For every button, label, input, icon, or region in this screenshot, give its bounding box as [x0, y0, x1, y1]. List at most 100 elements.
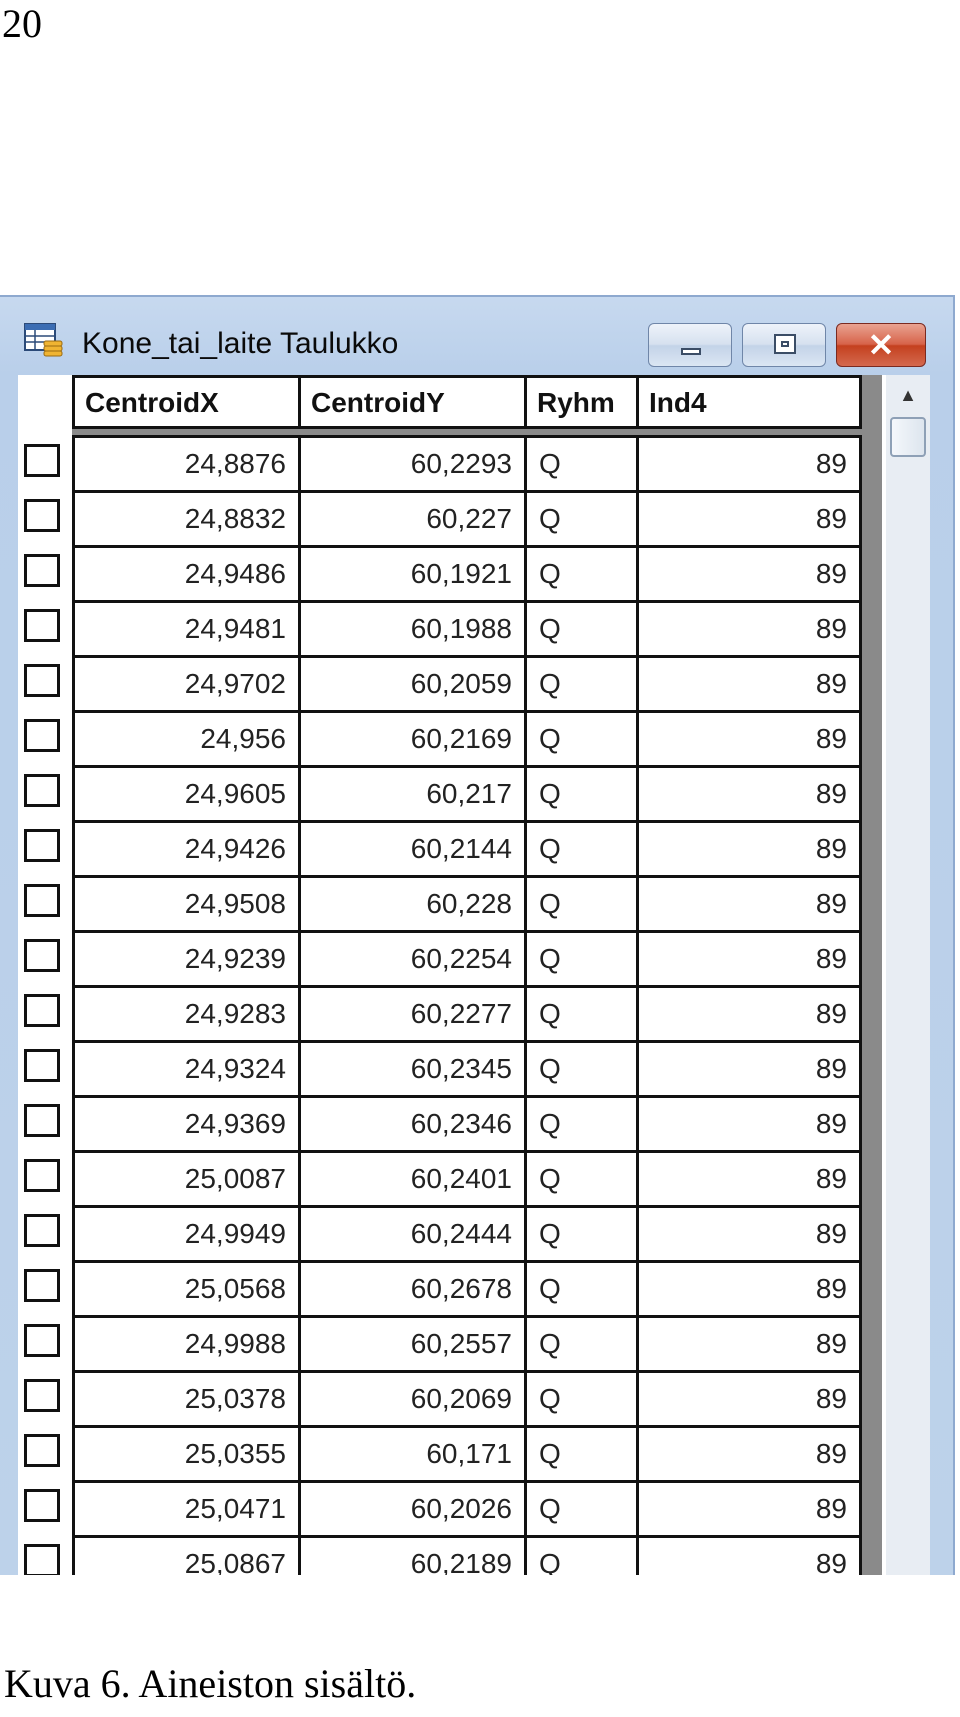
- table-cell-centroidy[interactable]: 60,228: [301, 878, 527, 930]
- row-select-checkbox[interactable]: [22, 1370, 66, 1425]
- minimize-button[interactable]: [648, 323, 732, 367]
- table-row[interactable]: 24,9702 60,2059 Q 89: [72, 655, 862, 710]
- table-cell-ind4[interactable]: 89: [639, 933, 859, 985]
- row-select-checkbox[interactable]: [22, 1535, 66, 1575]
- row-select-checkbox[interactable]: [22, 1095, 66, 1150]
- row-select-checkbox[interactable]: [22, 820, 66, 875]
- table-cell-ind4[interactable]: 89: [639, 1373, 859, 1425]
- table-row[interactable]: 24,9283 60,2277 Q 89: [72, 985, 862, 1040]
- table-row[interactable]: 24,9239 60,2254 Q 89: [72, 930, 862, 985]
- table-row[interactable]: 24,9949 60,2444 Q 89: [72, 1205, 862, 1260]
- table-row[interactable]: 24,9481 60,1988 Q 89: [72, 600, 862, 655]
- table-cell-centroidy[interactable]: 60,2401: [301, 1153, 527, 1205]
- table-cell-ryhm[interactable]: Q: [527, 1318, 639, 1370]
- row-select-checkbox[interactable]: [22, 765, 66, 820]
- table-row[interactable]: 24,9508 60,228 Q 89: [72, 875, 862, 930]
- table-cell-centroidx[interactable]: 24,9481: [75, 603, 301, 655]
- table-row[interactable]: 24,9324 60,2345 Q 89: [72, 1040, 862, 1095]
- table-cell-centroidx[interactable]: 24,9324: [75, 1043, 301, 1095]
- table-cell-centroidy[interactable]: 60,2678: [301, 1263, 527, 1315]
- table-cell-ryhm[interactable]: Q: [527, 658, 639, 710]
- table-row[interactable]: 24,956 60,2169 Q 89: [72, 710, 862, 765]
- table-cell-ryhm[interactable]: Q: [527, 1263, 639, 1315]
- table-row[interactable]: 24,8876 60,2293 Q 89: [72, 435, 862, 490]
- table-cell-ind4[interactable]: 89: [639, 1043, 859, 1095]
- table-cell-centroidy[interactable]: 60,2059: [301, 658, 527, 710]
- row-select-checkbox[interactable]: [22, 875, 66, 930]
- row-select-checkbox[interactable]: [22, 1260, 66, 1315]
- table-cell-centroidx[interactable]: 24,956: [75, 713, 301, 765]
- table-cell-ind4[interactable]: 89: [639, 1428, 859, 1480]
- table-cell-ryhm[interactable]: Q: [527, 713, 639, 765]
- column-header-centroidx[interactable]: CentroidX: [75, 378, 301, 426]
- row-select-checkbox[interactable]: [22, 435, 66, 490]
- table-cell-centroidx[interactable]: 24,9508: [75, 878, 301, 930]
- table-cell-centroidy[interactable]: 60,2069: [301, 1373, 527, 1425]
- table-cell-ryhm[interactable]: Q: [527, 438, 639, 490]
- table-cell-ryhm[interactable]: Q: [527, 878, 639, 930]
- table-cell-ryhm[interactable]: Q: [527, 493, 639, 545]
- table-cell-centroidx[interactable]: 24,9605: [75, 768, 301, 820]
- table-cell-ryhm[interactable]: Q: [527, 1208, 639, 1260]
- table-cell-centroidx[interactable]: 24,9369: [75, 1098, 301, 1150]
- table-cell-ind4[interactable]: 89: [639, 658, 859, 710]
- row-select-checkbox[interactable]: [22, 1205, 66, 1260]
- row-select-checkbox[interactable]: [22, 930, 66, 985]
- table-row[interactable]: 25,0355 60,171 Q 89: [72, 1425, 862, 1480]
- table-cell-ryhm[interactable]: Q: [527, 768, 639, 820]
- table-cell-ryhm[interactable]: Q: [527, 1428, 639, 1480]
- row-select-checkbox[interactable]: [22, 1480, 66, 1535]
- table-cell-centroidy[interactable]: 60,2277: [301, 988, 527, 1040]
- table-row[interactable]: 25,0568 60,2678 Q 89: [72, 1260, 862, 1315]
- table-cell-centroidx[interactable]: 25,0568: [75, 1263, 301, 1315]
- table-cell-centroidy[interactable]: 60,1921: [301, 548, 527, 600]
- table-cell-centroidy[interactable]: 60,171: [301, 1428, 527, 1480]
- vertical-scrollbar[interactable]: ▲: [886, 375, 930, 1575]
- table-cell-centroidy[interactable]: 60,1988: [301, 603, 527, 655]
- table-cell-centroidy[interactable]: 60,2345: [301, 1043, 527, 1095]
- table-row[interactable]: 24,9486 60,1921 Q 89: [72, 545, 862, 600]
- table-cell-ind4[interactable]: 89: [639, 438, 859, 490]
- table-cell-centroidx[interactable]: 24,9486: [75, 548, 301, 600]
- table-cell-centroidx[interactable]: 24,9239: [75, 933, 301, 985]
- table-cell-centroidx[interactable]: 25,0471: [75, 1483, 301, 1535]
- table-cell-ryhm[interactable]: Q: [527, 1483, 639, 1535]
- table-cell-ind4[interactable]: 89: [639, 603, 859, 655]
- row-select-checkbox[interactable]: [22, 655, 66, 710]
- table-cell-ind4[interactable]: 89: [639, 988, 859, 1040]
- table-row[interactable]: 24,9426 60,2144 Q 89: [72, 820, 862, 875]
- row-select-checkbox[interactable]: [22, 1315, 66, 1370]
- row-select-checkbox[interactable]: [22, 600, 66, 655]
- column-header-ryhm[interactable]: Ryhm: [527, 378, 639, 426]
- table-cell-ryhm[interactable]: Q: [527, 823, 639, 875]
- maximize-button[interactable]: [742, 323, 826, 367]
- table-cell-centroidx[interactable]: 25,0378: [75, 1373, 301, 1425]
- table-cell-ind4[interactable]: 89: [639, 823, 859, 875]
- table-cell-centroidx[interactable]: 24,9988: [75, 1318, 301, 1370]
- row-select-checkbox[interactable]: [22, 1425, 66, 1480]
- scroll-thumb[interactable]: [890, 417, 926, 457]
- row-select-checkbox[interactable]: [22, 710, 66, 765]
- table-row[interactable]: 25,0087 60,2401 Q 89: [72, 1150, 862, 1205]
- table-cell-ind4[interactable]: 89: [639, 1318, 859, 1370]
- table-cell-centroidy[interactable]: 60,2444: [301, 1208, 527, 1260]
- table-cell-ind4[interactable]: 89: [639, 1098, 859, 1150]
- table-cell-ind4[interactable]: 89: [639, 1153, 859, 1205]
- table-cell-ryhm[interactable]: Q: [527, 988, 639, 1040]
- close-button[interactable]: ✕: [836, 323, 926, 367]
- row-select-checkbox[interactable]: [22, 1150, 66, 1205]
- table-cell-ind4[interactable]: 89: [639, 768, 859, 820]
- table-cell-centroidx[interactable]: 25,0087: [75, 1153, 301, 1205]
- table-cell-ind4[interactable]: 89: [639, 1208, 859, 1260]
- table-cell-ind4[interactable]: 89: [639, 713, 859, 765]
- table-cell-ryhm[interactable]: Q: [527, 603, 639, 655]
- table-cell-ind4[interactable]: 89: [639, 878, 859, 930]
- row-select-checkbox[interactable]: [22, 985, 66, 1040]
- table-cell-centroidy[interactable]: 60,227: [301, 493, 527, 545]
- table-cell-centroidy[interactable]: 60,2293: [301, 438, 527, 490]
- row-select-checkbox[interactable]: [22, 545, 66, 600]
- table-row[interactable]: 24,9369 60,2346 Q 89: [72, 1095, 862, 1150]
- table-cell-centroidx[interactable]: 25,0355: [75, 1428, 301, 1480]
- table-cell-centroidy[interactable]: 60,2169: [301, 713, 527, 765]
- table-cell-centroidy[interactable]: 60,2557: [301, 1318, 527, 1370]
